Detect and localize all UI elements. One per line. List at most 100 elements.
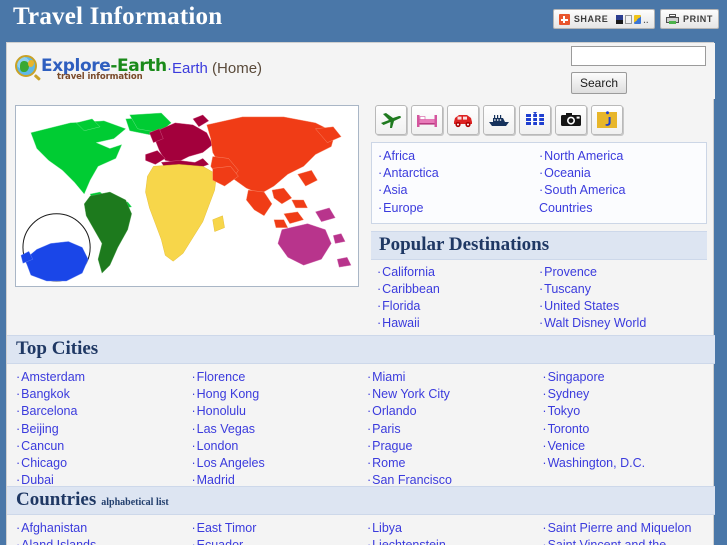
link-city[interactable]: Toronto: [542, 421, 715, 438]
airplane-icon[interactable]: [375, 105, 407, 135]
link-country[interactable]: Ecuador: [191, 537, 366, 545]
more-dots-icon: ..: [643, 15, 649, 25]
social-icon-1: [616, 14, 624, 24]
link-city[interactable]: Paris: [367, 421, 542, 438]
link-city[interactable]: Beijing: [16, 421, 191, 438]
app-header: Travel Information SHARE .. PRINT: [0, 0, 727, 42]
logo-text: Explore-Earth travel information: [41, 57, 167, 81]
link-city[interactable]: Washington, D.C.: [542, 455, 715, 472]
print-button-label: PRINT: [683, 14, 713, 24]
link-city[interactable]: Florence: [191, 369, 366, 386]
link-city[interactable]: Las Vegas: [191, 421, 366, 438]
link-continent[interactable]: North America: [539, 148, 700, 165]
link-destination[interactable]: Caribbean: [377, 281, 539, 298]
link-city[interactable]: Amsterdam: [16, 369, 191, 386]
popular-destinations-column-1: California Caribbean Florida Hawaii: [377, 264, 539, 333]
link-city[interactable]: Rome: [367, 455, 542, 472]
bed-icon[interactable]: [411, 105, 443, 135]
link-destination[interactable]: Tuscany: [539, 281, 701, 298]
countries-list: Afghanistan Aland Islands East Timor Ecu…: [7, 515, 715, 545]
social-icon-2: [625, 14, 633, 24]
social-icon-3: [634, 14, 642, 24]
content-page: Explore-Earth travel information ·Earth …: [6, 42, 715, 545]
printer-icon: [666, 14, 679, 24]
continents-column-1: Africa Antarctica Asia Europe: [378, 148, 539, 217]
link-city[interactable]: New York City: [367, 386, 542, 403]
link-city[interactable]: Singapore: [542, 369, 715, 386]
popular-destinations-list: California Caribbean Florida Hawaii Prov…: [371, 260, 707, 333]
world-map-image: [19, 109, 355, 283]
countries-subtitle: alphabetical list: [101, 497, 169, 508]
link-city[interactable]: Chicago: [16, 455, 191, 472]
cruise-ship-icon[interactable]: [483, 105, 515, 135]
link-continent[interactable]: Europe: [378, 200, 539, 217]
share-plus-icon: [558, 13, 570, 25]
link-continent[interactable]: Asia: [378, 182, 539, 199]
link-city[interactable]: London: [191, 438, 366, 455]
camera-icon[interactable]: [555, 105, 587, 135]
countries-heading: Countries alphabetical list: [7, 486, 715, 515]
link-countries[interactable]: Countries: [539, 200, 700, 217]
page-title: Travel Information: [13, 3, 223, 30]
site-logo[interactable]: Explore-Earth travel information: [15, 55, 167, 81]
header-actions: SHARE .. PRINT: [552, 9, 719, 29]
link-country[interactable]: East Timor: [191, 520, 366, 537]
link-city[interactable]: Sydney: [542, 386, 715, 403]
link-country[interactable]: Saint Pierre and Miquelon: [542, 520, 715, 537]
link-destination[interactable]: Florida: [377, 298, 539, 315]
link-city[interactable]: Venice: [542, 438, 715, 455]
page-root: Travel Information SHARE .. PRINT Explor…: [0, 0, 727, 545]
books-icon[interactable]: [519, 105, 551, 135]
link-destination[interactable]: Hawaii: [377, 315, 539, 332]
link-city[interactable]: Los Angeles: [191, 455, 366, 472]
top-cities-title: Top Cities: [16, 338, 99, 359]
top-cities-column-2: Florence Hong Kong Honolulu Las Vegas Lo…: [191, 369, 366, 489]
link-city[interactable]: Hong Kong: [191, 386, 366, 403]
search-button[interactable]: Search: [571, 72, 628, 94]
link-city[interactable]: Orlando: [367, 403, 542, 420]
link-continent[interactable]: South America: [539, 182, 700, 199]
link-destination[interactable]: California: [377, 264, 539, 281]
top-cities-column-3: Miami New York City Orlando Paris Prague…: [367, 369, 542, 489]
link-city[interactable]: Tokyo: [542, 403, 715, 420]
search-input[interactable]: [571, 46, 706, 66]
link-continent[interactable]: Africa: [378, 148, 539, 165]
link-continent[interactable]: Oceania: [539, 165, 700, 182]
countries-title: Countries: [16, 489, 97, 510]
continents-box: Africa Antarctica Asia Europe North Amer…: [371, 142, 707, 224]
link-country[interactable]: Aland Islands: [16, 537, 191, 545]
link-country[interactable]: Libya: [367, 520, 542, 537]
share-button-label: SHARE: [573, 14, 609, 24]
print-button[interactable]: PRINT: [660, 9, 719, 29]
popular-destinations-title: Popular Destinations: [379, 233, 550, 255]
search-area: Search: [571, 46, 706, 94]
link-city[interactable]: Bangkok: [16, 386, 191, 403]
link-destination[interactable]: United States: [539, 298, 701, 315]
breadcrumb-link-earth[interactable]: ·Earth: [167, 60, 208, 77]
link-city[interactable]: Prague: [367, 438, 542, 455]
info-icon[interactable]: [591, 105, 623, 135]
link-city[interactable]: Cancun: [16, 438, 191, 455]
link-continent[interactable]: Antarctica: [378, 165, 539, 182]
countries-column-3: Libya Liechtenstein: [367, 520, 542, 545]
link-country[interactable]: Liechtenstein: [367, 537, 542, 545]
link-country[interactable]: Saint Vincent and the: [542, 537, 715, 545]
social-icons: ..: [616, 14, 649, 25]
car-icon[interactable]: [447, 105, 479, 135]
countries-column-2: East Timor Ecuador: [191, 520, 366, 545]
link-city[interactable]: Honolulu: [191, 403, 366, 420]
countries-column-1: Afghanistan Aland Islands: [16, 520, 191, 545]
link-destination[interactable]: Provence: [539, 264, 701, 281]
popular-destinations-column-2: Provence Tuscany United States Walt Disn…: [539, 264, 701, 333]
link-destination[interactable]: Walt Disney World: [539, 315, 701, 332]
logo-tagline: travel information: [57, 71, 143, 82]
link-country[interactable]: Afghanistan: [16, 520, 191, 537]
world-map-panel[interactable]: [15, 105, 359, 287]
link-city[interactable]: Barcelona: [16, 403, 191, 420]
popular-destinations-heading: Popular Destinations: [371, 230, 707, 260]
link-city[interactable]: Miami: [367, 369, 542, 386]
continents-column-2: North America Oceania South America Coun…: [539, 148, 700, 217]
top-cities-column-4: Singapore Sydney Tokyo Toronto Venice Wa…: [542, 369, 715, 489]
top-cities-section: Top Cities Amsterdam Bangkok Barcelona B…: [7, 335, 715, 489]
share-button[interactable]: SHARE ..: [552, 9, 655, 29]
